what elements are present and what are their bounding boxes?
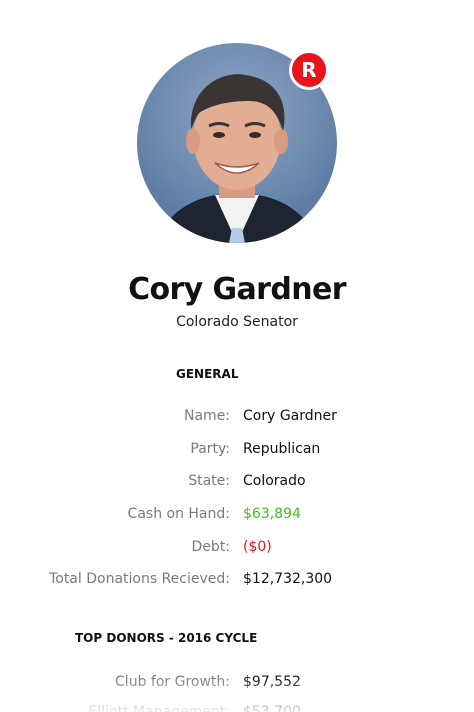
info-label: Name: xyxy=(183,408,230,424)
donor-row: Elliott Management: $53,700 xyxy=(0,704,474,712)
donor-value: $97,552 xyxy=(243,674,301,690)
info-value: Colorado xyxy=(243,473,306,489)
info-row-name: Name: Cory Gardner xyxy=(0,408,474,428)
info-row-total-donations: Total Donations Recieved: $12,732,300 xyxy=(0,571,474,591)
info-value: Cory Gardner xyxy=(243,408,337,424)
avatar-container: R xyxy=(137,43,337,243)
cash-on-hand-value: $63,894 xyxy=(243,506,301,522)
senator-profile-page: R Cory Gardner Colorado Senator GENERAL … xyxy=(0,0,474,712)
donor-label: Club for Growth: xyxy=(115,674,230,690)
info-label: Debt: xyxy=(191,539,231,555)
info-value: $12,732,300 xyxy=(243,571,333,587)
info-row-debt: Debt: ($0) xyxy=(0,539,474,559)
top-donors-heading: TOP DONORS - 2016 CYCLE xyxy=(75,631,258,645)
senator-name: Cory Gardner xyxy=(128,272,346,307)
info-label: Party: xyxy=(190,441,230,457)
debt-value: ($0) xyxy=(243,539,272,555)
donor-value: $53,700 xyxy=(243,704,301,712)
info-row-cash-on-hand: Cash on Hand: $63,894 xyxy=(0,506,474,526)
info-row-state: State: Colorado xyxy=(0,473,474,493)
info-label: Cash on Hand: xyxy=(127,506,230,522)
info-label: State: xyxy=(188,473,230,489)
general-heading: GENERAL xyxy=(176,367,239,381)
senator-title: Colorado Senator xyxy=(176,314,298,330)
info-value: Republican xyxy=(243,441,321,457)
party-badge: R xyxy=(289,50,329,90)
donor-label: Elliott Management: xyxy=(88,704,230,712)
info-label: Total Donations Recieved: xyxy=(49,571,230,587)
donor-row: Club for Growth: $97,552 xyxy=(0,674,474,694)
info-row-party: Party: Republican xyxy=(0,441,474,461)
